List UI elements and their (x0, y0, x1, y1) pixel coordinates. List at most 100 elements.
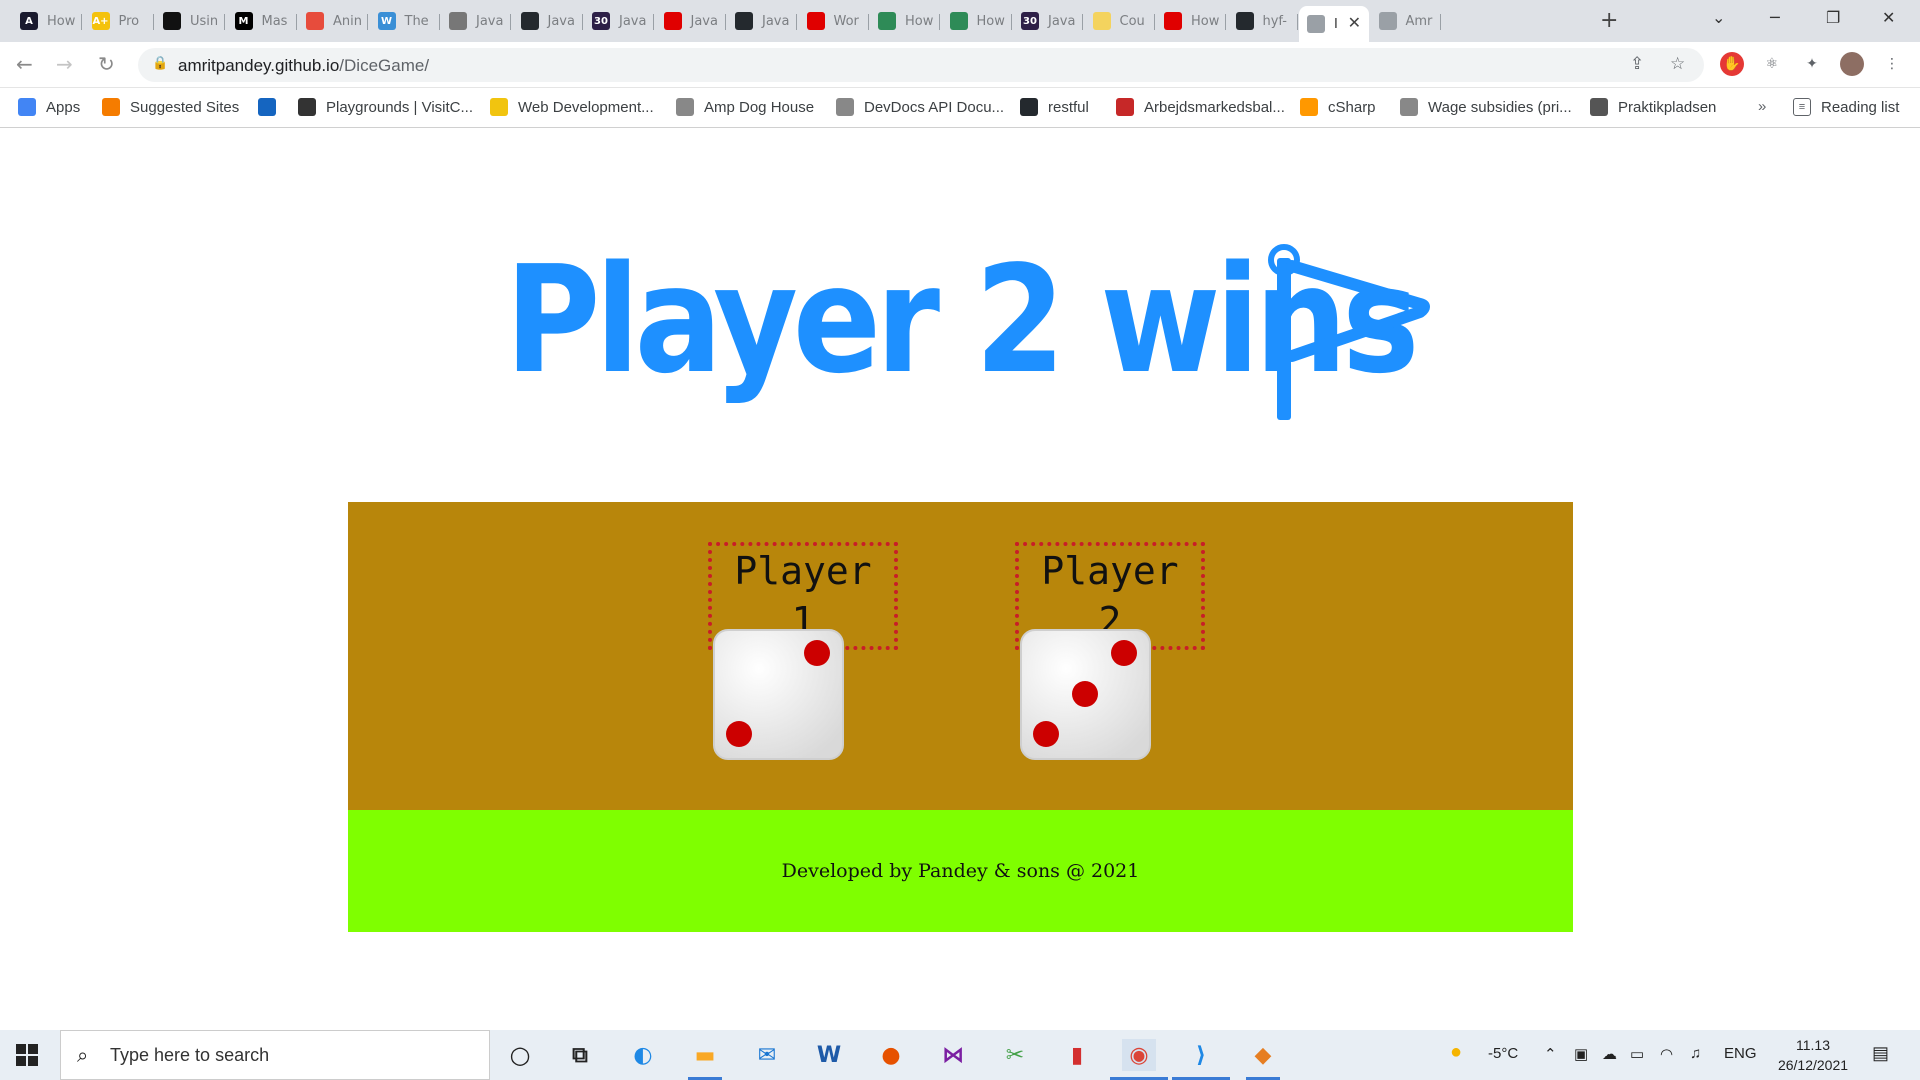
meet-now-icon[interactable]: ▣ (1574, 1045, 1588, 1063)
react-devtools-extension-icon[interactable]: ⚛ (1760, 52, 1784, 76)
url-host: amritpandey.github.io (178, 56, 340, 75)
bookmark-item[interactable] (258, 98, 286, 116)
tab[interactable]: Cou (1085, 6, 1155, 36)
tab[interactable]: A How (12, 6, 82, 36)
tab[interactable]: W The (370, 6, 440, 36)
bookmark-item[interactable]: cSharp (1300, 98, 1376, 116)
forward-icon[interactable]: → (56, 52, 73, 76)
word-icon[interactable]: W (812, 1039, 846, 1071)
snipping-tool-icon[interactable]: ✂ (998, 1039, 1032, 1071)
tab[interactable]: I ✕ (1299, 6, 1369, 42)
tab-favicon-icon (1307, 15, 1325, 33)
bookmark-item[interactable]: Arbejdsmarkedsbal... (1116, 98, 1285, 116)
bookmark-item[interactable]: Web Development... (490, 98, 654, 116)
tab[interactable]: Java (441, 6, 511, 36)
temperature[interactable]: -5°C (1488, 1045, 1518, 1062)
tab[interactable]: Anin (298, 6, 368, 36)
bookmark-item[interactable]: Wage subsidies (pri... (1400, 98, 1572, 116)
tab[interactable]: 30 Java (584, 6, 654, 36)
notifications-icon[interactable]: ▤ (1872, 1043, 1889, 1064)
tab-favicon-icon (806, 12, 825, 30)
url-text[interactable]: amritpandey.github.io/DiceGame/ (178, 56, 429, 76)
bookmark-favicon-icon (1300, 98, 1318, 116)
vscode-icon[interactable]: ⟩ (1184, 1039, 1218, 1071)
tab-search-icon[interactable]: ⌄ (1712, 8, 1725, 27)
reload-icon[interactable]: ↻ (98, 52, 115, 76)
chrome-icon[interactable]: ◉ (1122, 1039, 1156, 1071)
volume-icon[interactable]: ♫ (1690, 1045, 1701, 1062)
tab[interactable]: A+ Pro (84, 6, 154, 36)
new-tab-button[interactable]: + (1600, 8, 1618, 33)
tab-favicon-icon (735, 12, 753, 30)
taskbar-search-box[interactable]: ⌕ Type here to search (60, 1030, 490, 1080)
tab[interactable]: Amr (1371, 6, 1441, 36)
battery-icon[interactable]: ▭ (1630, 1045, 1644, 1063)
tab-title: I (1334, 16, 1338, 32)
bookmark-label: Amp Dog House (704, 98, 815, 116)
back-icon[interactable]: ← (16, 52, 33, 76)
gitkraken-icon[interactable]: ◆ (1246, 1039, 1280, 1071)
wifi-icon[interactable]: ◠ (1660, 1045, 1673, 1063)
url-path: /DiceGame/ (339, 56, 430, 75)
bookmark-favicon-icon (1400, 98, 1418, 116)
tab[interactable]: Java (513, 6, 583, 36)
tab[interactable]: hyf- (1228, 6, 1298, 36)
lock-icon[interactable]: 🔒 (152, 56, 168, 71)
edge-icon[interactable]: ◐ (626, 1039, 660, 1071)
clock[interactable]: 11.13 26/12/2021 (1768, 1035, 1858, 1075)
mail-icon[interactable]: ✉ (750, 1039, 784, 1071)
tab-separator (1225, 14, 1226, 30)
profile-avatar[interactable] (1840, 52, 1864, 76)
bookmark-favicon-icon (18, 98, 36, 116)
tab[interactable]: 30 Java (1013, 6, 1083, 36)
firefox-icon[interactable]: ● (874, 1039, 908, 1071)
bookmark-item[interactable]: Suggested Sites (102, 98, 239, 116)
bookmark-item[interactable]: Praktikpladsen (1590, 98, 1716, 116)
menu-kebab-icon[interactable]: ⋮ (1880, 52, 1904, 76)
onedrive-icon[interactable]: ☁ (1602, 1045, 1617, 1063)
office-icon[interactable]: ▮ (1060, 1039, 1094, 1071)
bookmark-item[interactable]: Amp Dog House (676, 98, 814, 116)
extensions-puzzle-icon[interactable]: ✦ (1800, 52, 1824, 76)
tab[interactable]: Wor (799, 6, 869, 36)
bookmark-item[interactable]: Playgrounds | VisitC... (298, 98, 473, 116)
windows-start-icon[interactable] (16, 1044, 38, 1066)
bookmark-item[interactable]: restful (1020, 98, 1089, 116)
bookmark-item[interactable]: Apps (18, 98, 80, 116)
bookmark-item[interactable]: DevDocs API Docu... (836, 98, 1004, 116)
minimize-icon[interactable]: ─ (1770, 8, 1780, 27)
hidden-icons-chevron-icon[interactable]: ⌃ (1544, 1045, 1557, 1063)
reading-list-button[interactable]: ≡ Reading list (1793, 98, 1899, 116)
tab[interactable]: Java (727, 6, 797, 36)
restore-icon[interactable]: ❐ (1826, 8, 1840, 27)
weather-sun-icon[interactable]: ● (1450, 1041, 1462, 1064)
address-bar[interactable]: 🔒 amritpandey.github.io/DiceGame/ ⇪ ☆ (138, 48, 1704, 82)
bookmark-label: DevDocs API Docu... (864, 98, 1005, 116)
bookmarks-overflow-chevron-icon[interactable]: » (1758, 98, 1766, 115)
bookmark-favicon-icon (490, 98, 508, 116)
tab[interactable]: Usin (155, 6, 225, 36)
input-language[interactable]: ENG (1724, 1045, 1757, 1062)
tab-favicon-icon: A (20, 12, 38, 30)
tab-close-icon[interactable]: ✕ (1348, 13, 1361, 32)
tab[interactable]: How (942, 6, 1012, 36)
share-icon[interactable]: ⇪ (1630, 54, 1644, 74)
file-explorer-icon[interactable]: ▬ (688, 1039, 722, 1071)
tab-favicon-icon: 30 (1021, 12, 1039, 30)
tab-favicon-icon (306, 12, 324, 30)
tab-title: Mas (261, 13, 288, 29)
close-window-icon[interactable]: ✕ (1882, 8, 1895, 27)
adblock-extension-icon[interactable]: ✋ (1720, 52, 1744, 76)
bookmark-label: Playgrounds | VisitC... (326, 98, 474, 116)
tab[interactable]: How (870, 6, 940, 36)
bookmark-star-icon[interactable]: ☆ (1670, 54, 1685, 74)
tab[interactable]: How (1156, 6, 1226, 36)
cortana-icon[interactable]: ○ (503, 1039, 537, 1071)
tab-separator (724, 14, 726, 30)
task-view-icon[interactable]: ⧉ (563, 1039, 597, 1071)
tab[interactable]: Java (656, 6, 726, 36)
tab-favicon-icon (1092, 12, 1111, 30)
die-pip (1033, 721, 1059, 747)
visual-studio-icon[interactable]: ⋈ (936, 1039, 970, 1071)
tab[interactable]: M Mas (227, 6, 297, 36)
